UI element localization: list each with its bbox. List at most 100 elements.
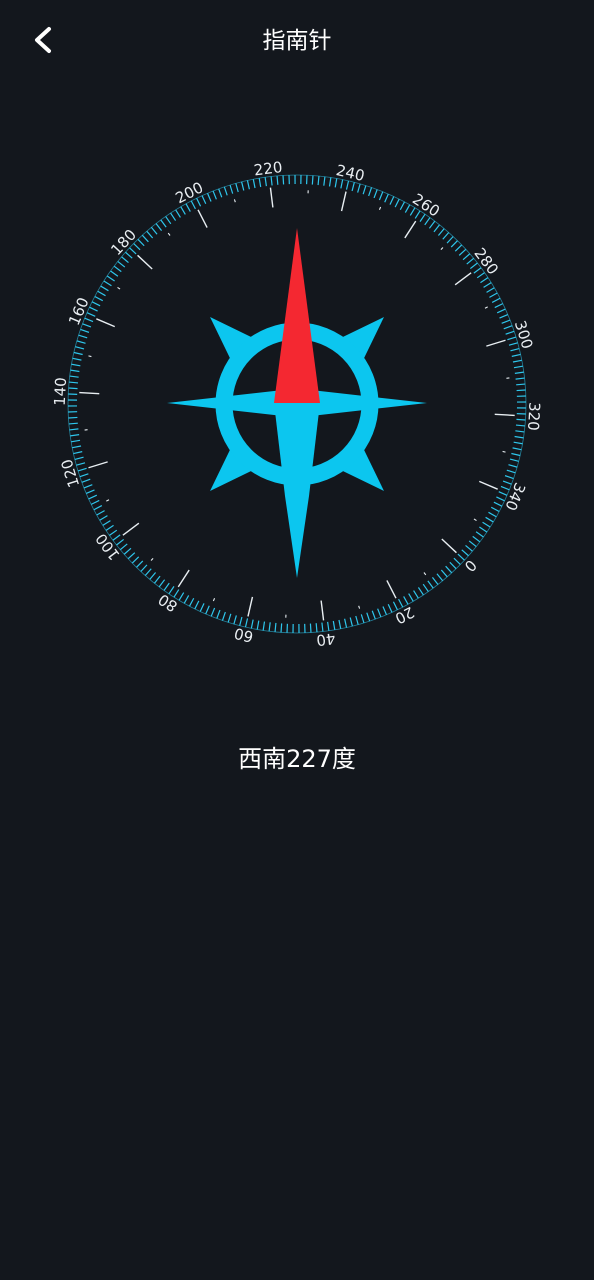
scale-minor-tick <box>515 430 525 433</box>
scale-minor-tick <box>221 611 226 621</box>
scale-minor-tick <box>514 371 524 374</box>
scale-minor-tick <box>170 212 177 221</box>
scale-label: 80 <box>155 590 181 615</box>
scale-minor-tick <box>486 287 495 293</box>
scale-minor-tick <box>175 209 181 218</box>
scale-minor-tick <box>280 623 283 633</box>
scale-minor-tick <box>399 201 406 211</box>
scale-minor-tick <box>516 383 526 386</box>
scale-minor-tick <box>413 590 419 599</box>
scale-minor-tick <box>185 203 191 212</box>
scale-minor-tick <box>482 521 491 528</box>
scale-minor-tick <box>68 381 79 384</box>
scale-minor-tick <box>183 595 190 604</box>
scale-minor-tick <box>344 618 348 628</box>
scale-minor-tick <box>274 622 277 633</box>
scale-label: 300 <box>511 318 537 351</box>
scale-minor-tick <box>196 197 202 207</box>
north-needle <box>274 228 320 403</box>
scale-minor-tick <box>180 206 186 215</box>
scale-minor-tick <box>514 435 524 439</box>
scale-minor-tick <box>357 183 361 193</box>
scale-minor-tick <box>201 195 207 205</box>
scale-minor-tick <box>508 342 518 346</box>
scale-minor-tick <box>223 186 228 196</box>
scale-minor-tick <box>149 572 157 580</box>
scale-minor-tick <box>150 226 158 235</box>
scale-minor-tick <box>123 547 132 555</box>
scale-major-tick <box>79 391 100 395</box>
scale-label: 100 <box>92 530 124 564</box>
scale-minor-tick <box>437 228 445 236</box>
scale-minor-tick <box>141 234 149 243</box>
scale-minor-tick <box>276 175 279 185</box>
scale-minor-tick <box>91 301 101 307</box>
scale-minor-tick <box>270 176 273 186</box>
scale-minor-tick <box>144 568 152 576</box>
scale-minor-tick <box>513 365 523 369</box>
scale-minor-tick <box>505 330 515 335</box>
scale-major-tick <box>386 580 397 599</box>
scale-minor-tick <box>403 596 409 605</box>
scale-minor-tick <box>68 387 78 390</box>
scale-label: 180 <box>107 226 140 259</box>
scale-label: 240 <box>334 161 366 185</box>
scale-minor-tick <box>469 262 478 270</box>
scale-minor-tick <box>68 416 78 419</box>
scale-major-tick <box>122 522 140 536</box>
scale-major-tick <box>486 339 506 347</box>
scale-label: 160 <box>65 295 93 328</box>
scale-minor-tick <box>503 325 513 330</box>
scale-mid-tick <box>117 286 121 290</box>
scale-minor-tick <box>510 348 520 352</box>
scale-minor-tick <box>404 204 411 213</box>
scale-minor-tick <box>256 620 260 630</box>
scale-minor-tick <box>252 179 256 189</box>
scale-minor-tick <box>78 334 88 339</box>
page-title: 指南针 <box>262 28 332 54</box>
scale-minor-tick <box>382 606 388 616</box>
scale-mid-tick <box>106 499 110 502</box>
scale-minor-tick <box>496 308 506 314</box>
scale-minor-tick <box>206 192 212 202</box>
scale-minor-tick <box>440 569 448 578</box>
scale-minor-tick <box>119 543 128 551</box>
scale-minor-tick <box>77 467 87 472</box>
scale-mid-tick <box>484 306 488 309</box>
scale-minor-tick <box>508 464 518 468</box>
scale-minor-tick <box>282 175 285 185</box>
scale-minor-tick <box>258 178 262 188</box>
scale-minor-tick <box>71 439 81 443</box>
scale-minor-tick <box>105 524 114 531</box>
scale-minor-tick <box>125 251 133 259</box>
scale-minor-tick <box>160 219 167 228</box>
scale-mid-tick <box>88 355 92 358</box>
scale-minor-tick <box>103 280 112 287</box>
scale-minor-tick <box>227 613 232 623</box>
scale-mid-tick <box>473 518 477 522</box>
scale-minor-tick <box>453 557 461 565</box>
scale-mid-tick <box>378 206 382 210</box>
scale-minor-tick <box>408 593 414 602</box>
scale-minor-tick <box>235 183 239 193</box>
scale-minor-tick <box>472 535 481 543</box>
scale-minor-tick <box>327 621 330 631</box>
scale-minor-tick <box>317 175 320 186</box>
scale-minor-tick <box>212 190 217 200</box>
scale-major-tick <box>478 480 498 490</box>
scale-minor-tick <box>491 297 501 303</box>
scale-minor-tick <box>131 556 140 564</box>
scale-minor-tick <box>513 441 523 445</box>
scale-minor-tick <box>178 592 185 601</box>
scale-minor-tick <box>241 181 245 191</box>
scale-minor-tick <box>489 292 498 298</box>
scale-major-tick <box>441 538 457 554</box>
scale-minor-tick <box>394 198 400 208</box>
scale-label: 220 <box>253 158 284 179</box>
scale-minor-tick <box>70 369 80 373</box>
scale-minor-tick <box>424 217 431 226</box>
scale-label: 320 <box>524 402 543 432</box>
scale-minor-tick <box>153 575 161 584</box>
scale-minor-tick <box>328 177 332 187</box>
scale-minor-tick <box>165 216 172 225</box>
